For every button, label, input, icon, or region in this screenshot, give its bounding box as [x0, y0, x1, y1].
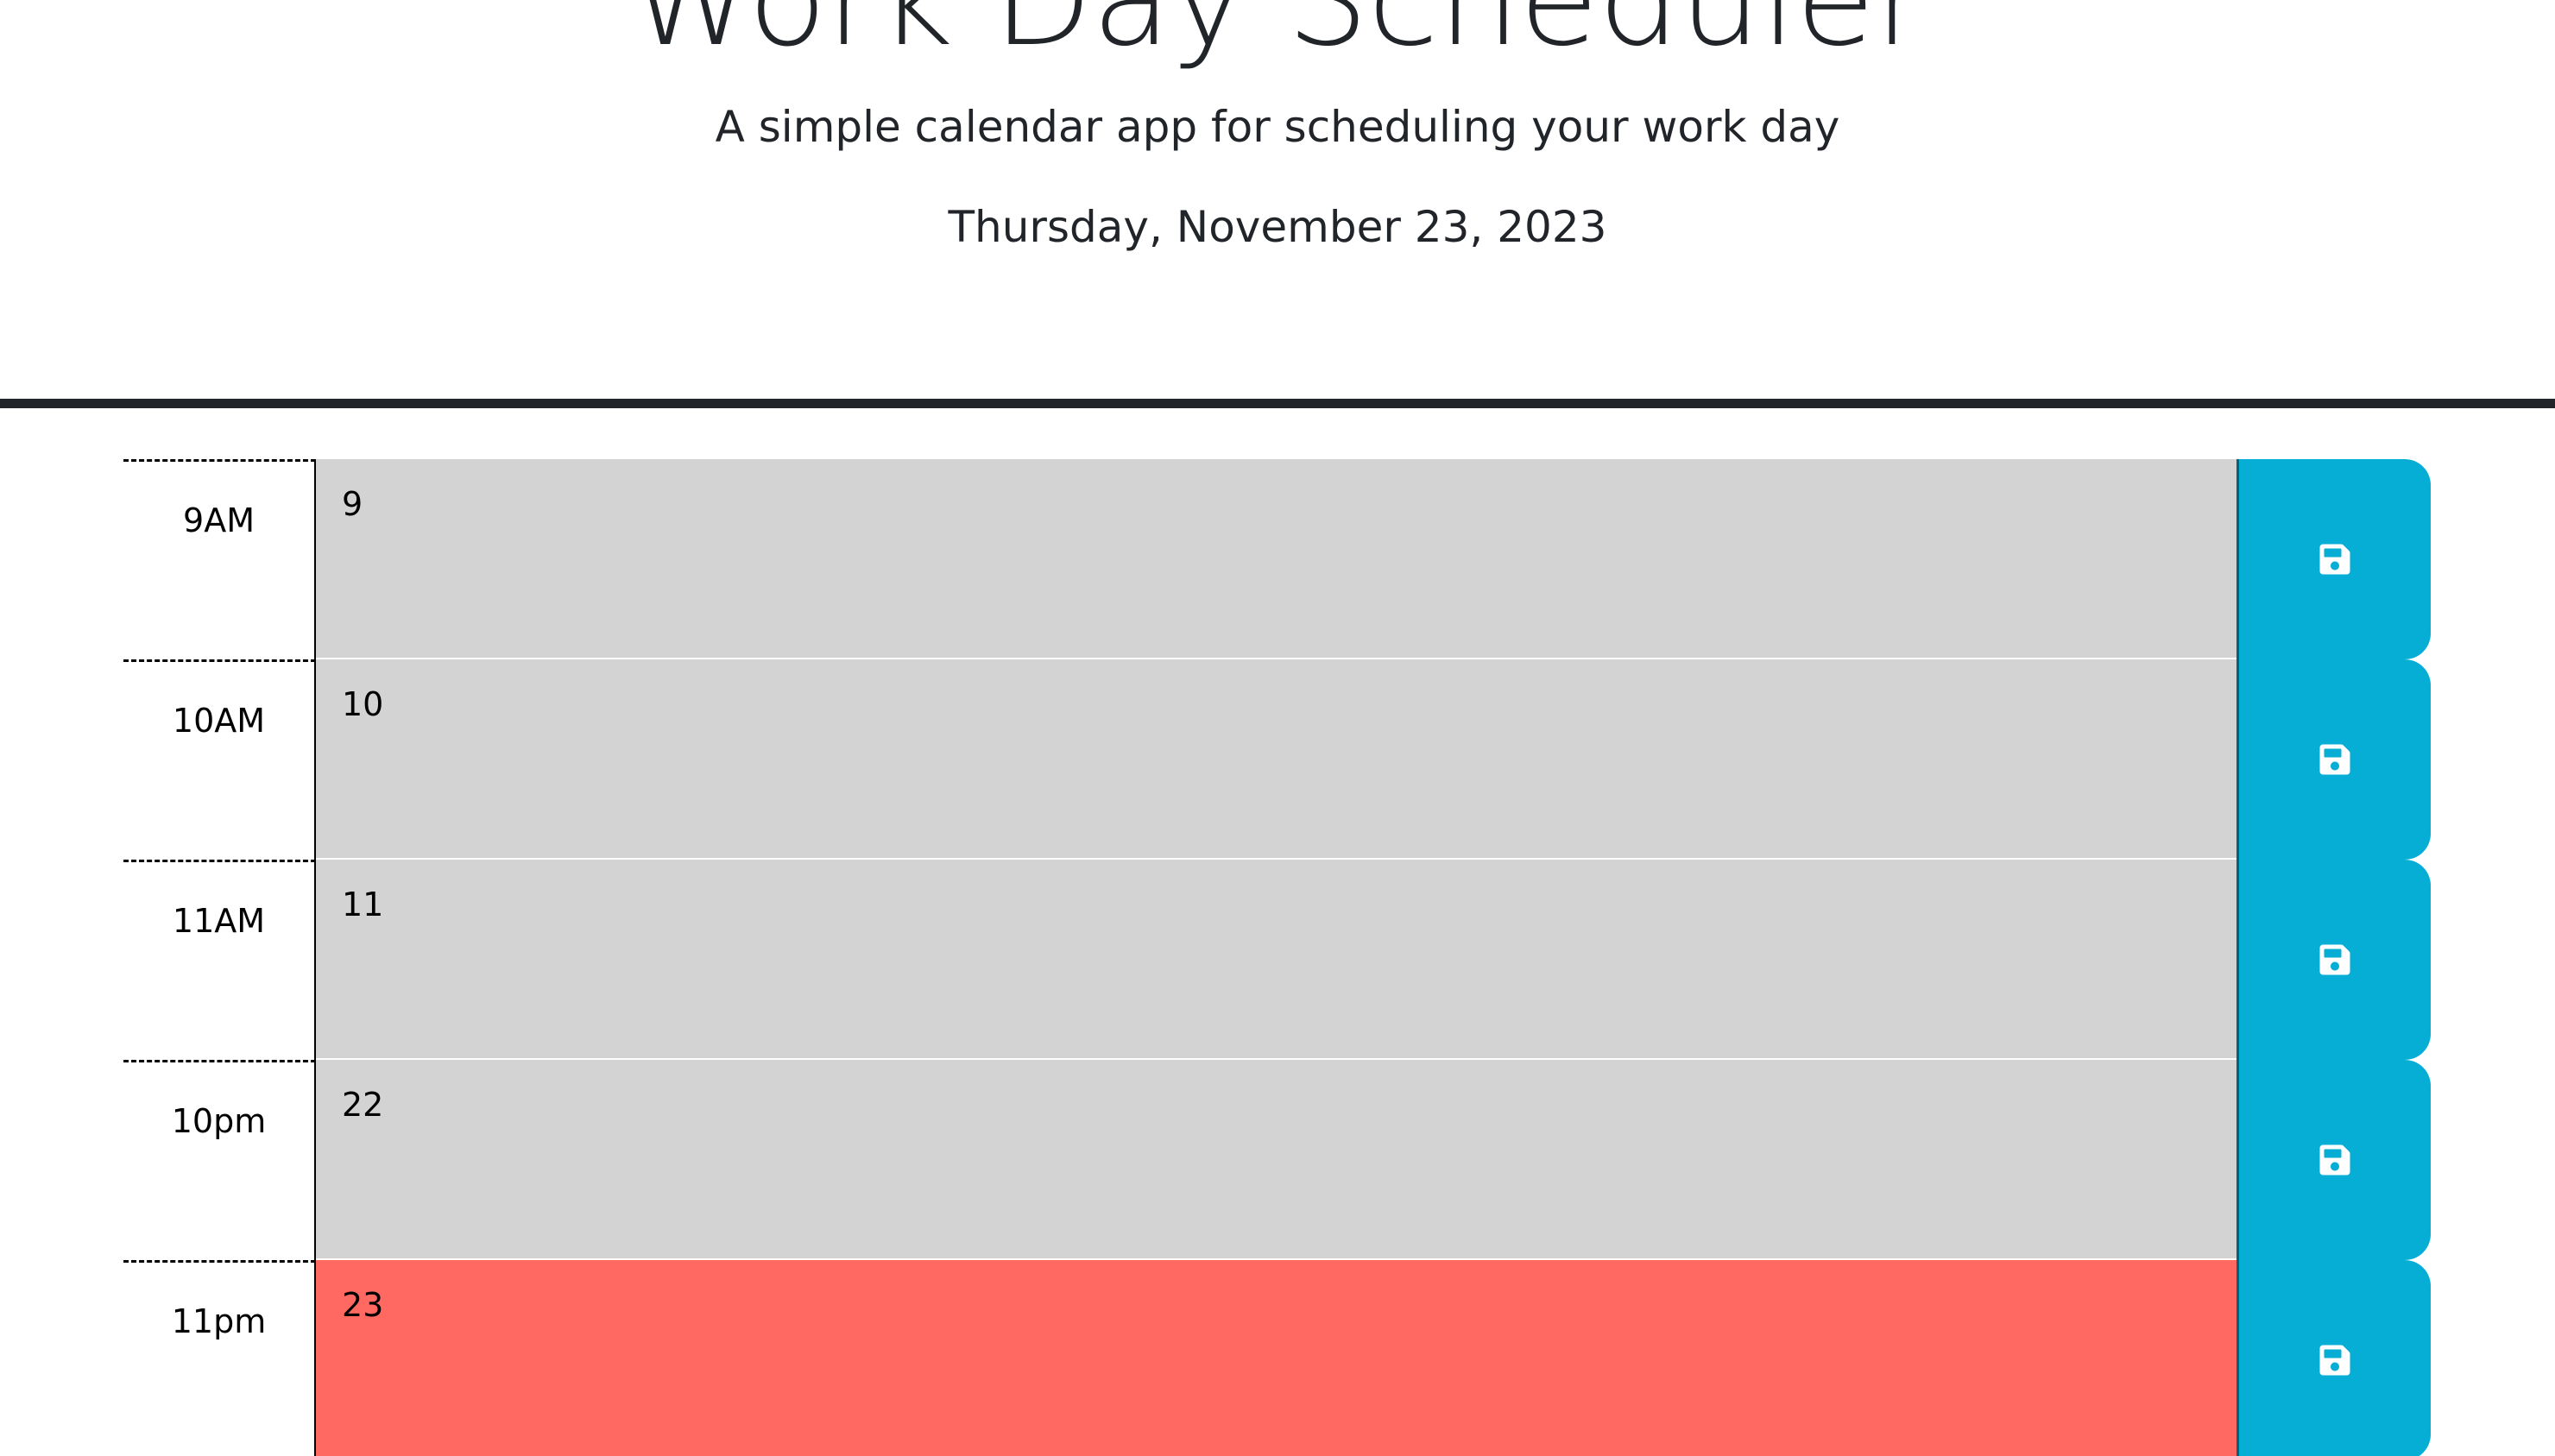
hour-label: 9AM: [123, 459, 316, 659]
event-description-input[interactable]: 10: [316, 659, 2236, 860]
time-block-9am: 9AM 9: [123, 459, 2431, 659]
time-block-11am: 11AM 11: [123, 860, 2431, 1060]
time-block-11pm: 11pm 23: [123, 1260, 2431, 1456]
save-button[interactable]: [2236, 860, 2431, 1060]
event-description-input[interactable]: 23: [316, 1260, 2236, 1456]
page: Work Day Scheduler A simple calendar app…: [0, 0, 2555, 1456]
save-button[interactable]: [2236, 1260, 2431, 1456]
time-block-10am: 10AM 10: [123, 659, 2431, 860]
hour-label: 11pm: [123, 1260, 316, 1456]
floppy-disk-icon: [2318, 742, 2352, 777]
floppy-disk-icon: [2318, 1143, 2352, 1177]
event-description-input[interactable]: 22: [316, 1060, 2236, 1260]
page-subtitle: A simple calendar app for scheduling you…: [715, 102, 1840, 152]
floppy-disk-icon: [2318, 1343, 2352, 1377]
current-day: Thursday, November 23, 2023: [948, 202, 1607, 252]
floppy-disk-icon: [2318, 542, 2352, 577]
save-button[interactable]: [2236, 1060, 2431, 1260]
time-block-10pm: 10pm 22: [123, 1060, 2431, 1260]
header: Work Day Scheduler A simple calendar app…: [0, 0, 2555, 408]
hour-label: 10AM: [123, 659, 316, 860]
scheduler-container: 9AM 9 10AM 10 11AM 11 10pm 22 11pm 23: [123, 459, 2431, 1456]
save-button[interactable]: [2236, 459, 2431, 659]
floppy-disk-icon: [2318, 942, 2352, 977]
save-button[interactable]: [2236, 659, 2431, 860]
event-description-input[interactable]: 11: [316, 860, 2236, 1060]
page-title: Work Day Scheduler: [628, 0, 1927, 75]
event-description-input[interactable]: 9: [316, 459, 2236, 659]
hour-label: 11AM: [123, 860, 316, 1060]
hour-label: 10pm: [123, 1060, 316, 1260]
